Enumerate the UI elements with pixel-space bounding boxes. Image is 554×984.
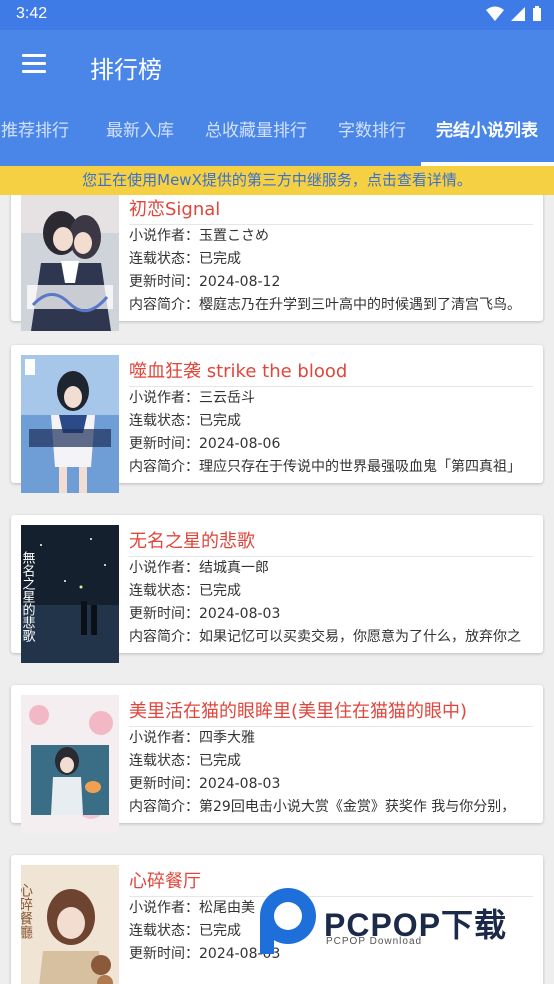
- author-row: 小说作者：三云岳斗: [129, 387, 533, 410]
- book-cover: [21, 355, 119, 493]
- author-label: 小说作者：: [129, 730, 199, 746]
- tab-latest[interactable]: 最新入库: [106, 100, 174, 166]
- intro-row: 内容简介：如果记忆可以买卖交易，你愿意为了什么，放弃你之: [129, 626, 533, 649]
- pcpop-logo-icon: [260, 888, 316, 954]
- tab-total-favorites[interactable]: 总收藏量排行: [205, 100, 307, 166]
- author-label: 小说作者：: [129, 900, 199, 916]
- book-info: 美里活在猫的眼眸里(美里住在猫猫的眼中) 小说作者：四季大雅 连载状态：已完成 …: [129, 685, 533, 819]
- status-label: 连载状态：: [129, 251, 199, 267]
- tab-daily-recommend[interactable]: 日推荐排行: [0, 100, 69, 166]
- intro-value: 如果记忆可以买卖交易，你愿意为了什么，放弃你之: [199, 629, 521, 645]
- author-value: 松尾由美: [199, 900, 255, 916]
- intro-value: 樱庭志乃在升学到三叶高中的时候遇到了清宫飞鸟。: [199, 297, 521, 313]
- updated-label: 更新时间：: [129, 274, 199, 290]
- novel-list[interactable]: 初恋Signal 小说作者：玉置こさめ 连载状态：已完成 更新时间：2024-0…: [0, 195, 554, 984]
- watermark: PCPOP下载 PCPOP Download: [254, 886, 554, 966]
- status-value: 已完成: [199, 753, 241, 769]
- author-value: 结城真一郎: [199, 560, 269, 576]
- author-value: 玉置こさめ: [199, 228, 269, 244]
- watermark-subtext: PCPOP Download: [326, 936, 423, 947]
- intro-value: 理应只存在于传说中的世界最强吸血鬼「第四真祖」: [199, 459, 521, 475]
- updated-row: 更新时间：2024-08-06: [129, 433, 533, 456]
- updated-label: 更新时间：: [129, 776, 199, 792]
- author-row: 小说作者：四季大雅: [129, 727, 533, 750]
- intro-row: 内容简介：樱庭志乃在升学到三叶高中的时候遇到了清宫飞鸟。: [129, 294, 533, 317]
- status-label: 连载状态：: [129, 413, 199, 429]
- author-label: 小说作者：: [129, 228, 199, 244]
- book-info: 无名之星的悲歌 小说作者：结城真一郎 连载状态：已完成 更新时间：2024-08…: [129, 515, 533, 649]
- updated-row: 更新时间：2024-08-03: [129, 603, 533, 626]
- wifi-icon: [486, 6, 504, 21]
- intro-label: 内容简介：: [129, 799, 199, 815]
- author-row: 小说作者：结城真一郎: [129, 557, 533, 580]
- cover-text: 心碎餐廳: [21, 883, 33, 940]
- author-label: 小说作者：: [129, 560, 199, 576]
- page-title: 排行榜: [90, 56, 162, 84]
- intro-row: 内容简介：第29回电击小说大赏《金赏》获奖作 我与你分别，: [129, 796, 533, 819]
- status-bar: 3:42: [0, 0, 554, 30]
- status-row: 连载状态：已完成: [129, 410, 533, 433]
- updated-label: 更新时间：: [129, 436, 199, 452]
- updated-value: 2024-08-06: [199, 436, 281, 452]
- author-value: 四季大雅: [199, 730, 255, 746]
- status-label: 连载状态：: [129, 923, 199, 939]
- list-item[interactable]: 美里活在猫的眼眸里(美里住在猫猫的眼中) 小说作者：四季大雅 连载状态：已完成 …: [11, 685, 543, 833]
- updated-label: 更新时间：: [129, 606, 199, 622]
- book-cover: [21, 195, 119, 331]
- intro-row: 内容简介：理应只存在于传说中的世界最强吸血鬼「第四真祖」: [129, 456, 533, 479]
- updated-row: 更新时间：2024-08-12: [129, 271, 533, 294]
- list-item[interactable]: 初恋Signal 小说作者：玉置こさめ 连载状态：已完成 更新时间：2024-0…: [11, 195, 543, 331]
- status-time: 3:42: [16, 5, 48, 22]
- intro-label: 内容简介：: [129, 629, 199, 645]
- book-cover: 無名之星的悲歌: [21, 525, 119, 663]
- updated-row: 更新时间：2024-08-03: [129, 773, 533, 796]
- status-row: 连载状态：已完成: [129, 750, 533, 773]
- status-value: 已完成: [199, 413, 241, 429]
- status-label: 连载状态：: [129, 583, 199, 599]
- book-cover: 心碎餐廳: [21, 865, 119, 984]
- status-value: 已完成: [199, 923, 241, 939]
- battery-icon: [533, 6, 541, 21]
- updated-label: 更新时间：: [129, 946, 199, 962]
- book-title[interactable]: 噬血狂袭 strike the blood: [129, 357, 533, 387]
- book-cover: [21, 695, 119, 833]
- system-icons: [486, 6, 542, 22]
- author-value: 三云岳斗: [199, 390, 255, 406]
- book-title[interactable]: 美里活在猫的眼眸里(美里住在猫猫的眼中): [129, 697, 533, 727]
- book-info: 噬血狂袭 strike the blood 小说作者：三云岳斗 连载状态：已完成…: [129, 345, 533, 479]
- menu-icon[interactable]: [22, 54, 46, 74]
- status-value: 已完成: [199, 583, 241, 599]
- status-label: 连载状态：: [129, 753, 199, 769]
- list-item[interactable]: 噬血狂袭 strike the blood 小说作者：三云岳斗 连载状态：已完成…: [11, 345, 543, 493]
- intro-label: 内容简介：: [129, 297, 199, 313]
- tab-bar: 日推荐排行 最新入库 总收藏量排行 字数排行 完结小说列表: [0, 100, 554, 166]
- list-item[interactable]: 無名之星的悲歌 无名之星的悲歌 小说作者：结城真一郎 连载状态：已完成 更新时间…: [11, 515, 543, 663]
- status-row: 连载状态：已完成: [129, 248, 533, 271]
- status-row: 连载状态：已完成: [129, 580, 533, 603]
- intro-label: 内容简介：: [129, 459, 199, 475]
- updated-value: 2024-08-03: [199, 606, 281, 622]
- cover-text: 無名之星的悲歌: [21, 551, 35, 642]
- status-value: 已完成: [199, 251, 241, 267]
- book-title[interactable]: 初恋Signal: [129, 195, 533, 225]
- book-title[interactable]: 无名之星的悲歌: [129, 527, 533, 557]
- app-bar: 排行榜: [0, 30, 554, 100]
- updated-value: 2024-08-03: [199, 776, 281, 792]
- relay-notice-banner[interactable]: 您正在使用MewX提供的第三方中继服务，点击查看详情。: [0, 166, 554, 195]
- book-info: 初恋Signal 小说作者：玉置こさめ 连载状态：已完成 更新时间：2024-0…: [129, 195, 533, 317]
- author-row: 小说作者：玉置こさめ: [129, 225, 533, 248]
- signal-icon: [511, 7, 525, 21]
- tab-word-count[interactable]: 字数排行: [338, 100, 406, 166]
- intro-value: 第29回电击小说大赏《金赏》获奖作 我与你分别，: [199, 799, 516, 815]
- author-label: 小说作者：: [129, 390, 199, 406]
- updated-value: 2024-08-12: [199, 274, 281, 290]
- tab-completed[interactable]: 完结小说列表: [436, 100, 538, 166]
